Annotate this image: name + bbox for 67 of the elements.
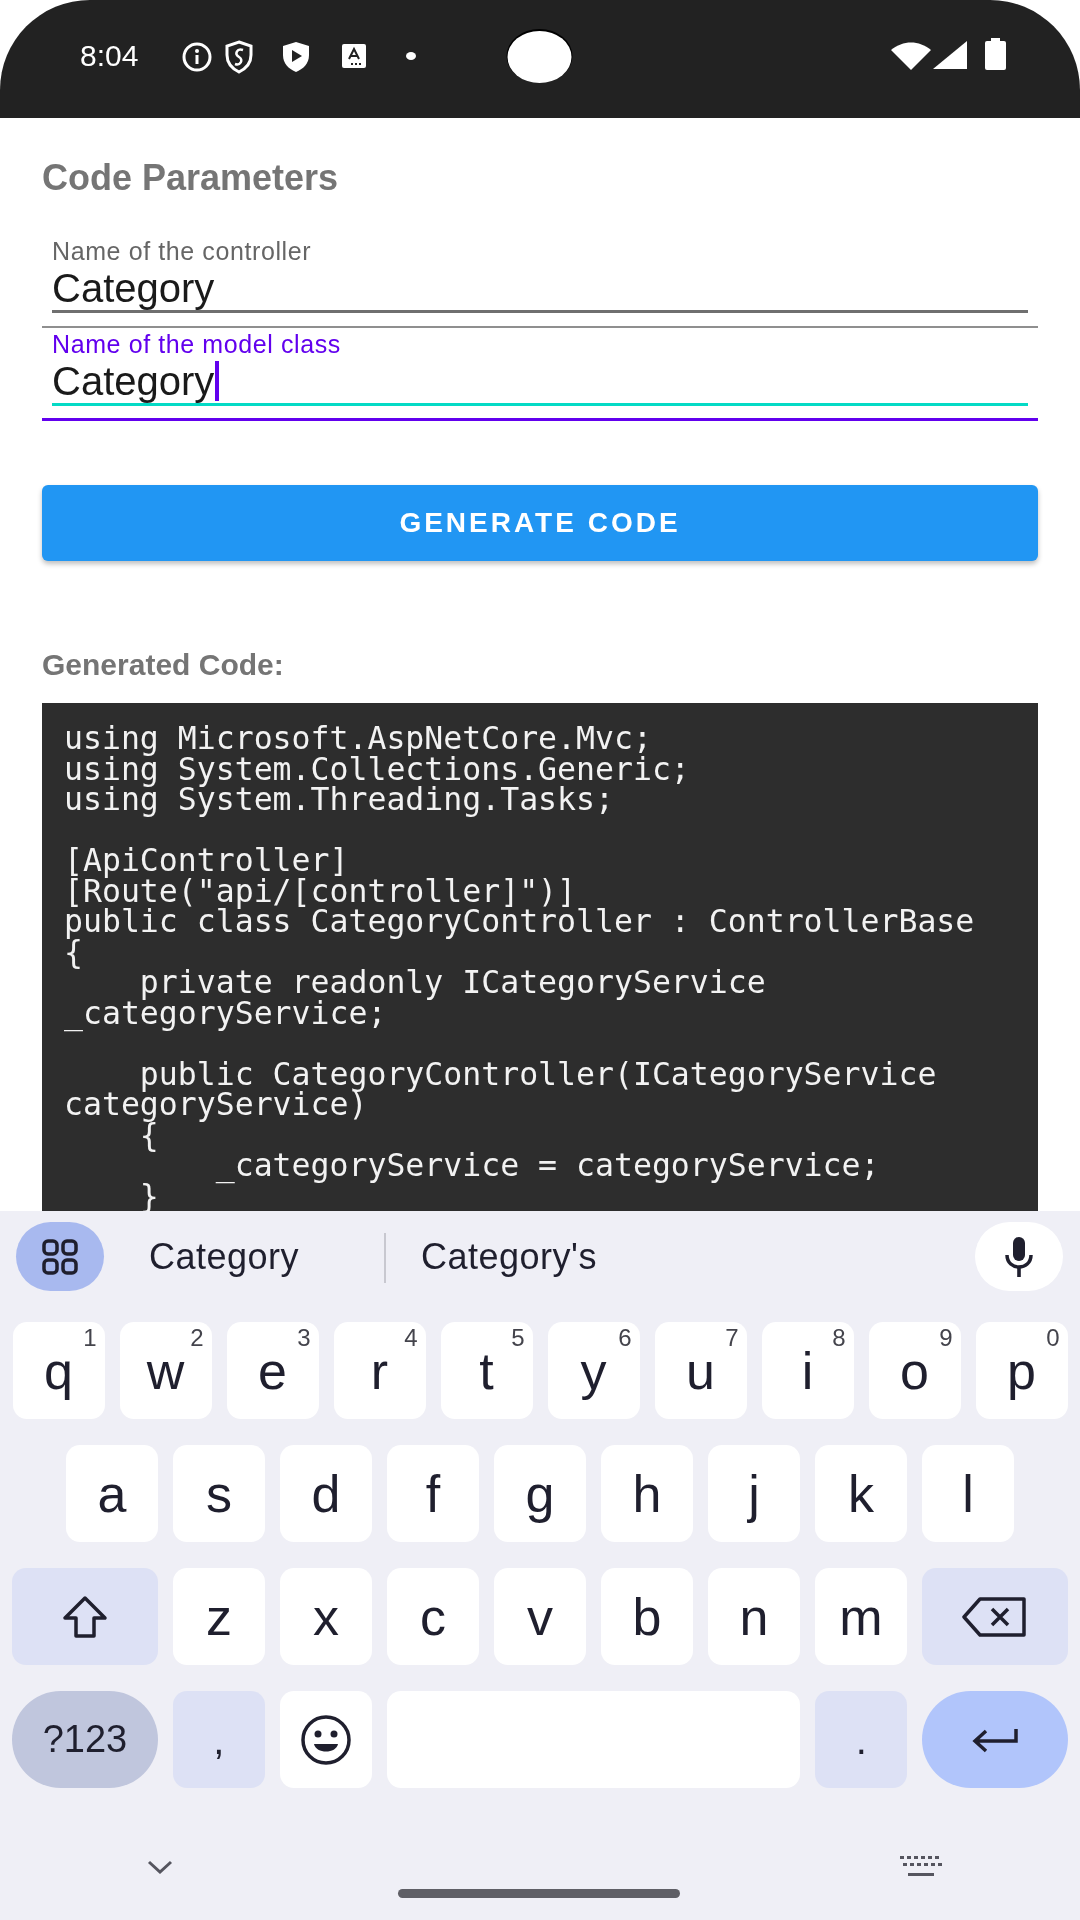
field-value: Category: [52, 360, 220, 402]
letter-key[interactable]: m: [815, 1568, 907, 1665]
collapse-chevron-icon[interactable]: [147, 1860, 173, 1874]
punctuation-key[interactable]: ,: [172, 1691, 265, 1788]
field-value: Category: [52, 267, 215, 309]
section-title: Code Parameters: [42, 158, 340, 198]
play-shield-icon: [281, 40, 311, 74]
font-box-icon: [342, 44, 366, 68]
code-text: using Microsoft.AspNetCore.Mvc; using System.Collections.Generic; using System.Threading.Tasks; [ApiController] [Route("api/[controller]")] public class CategoryController : ControllerBase { private readonly ICategoryService _categoryService; public CategoryController(ICategoryService categoryService) { _categoryService = categoryService; }: [64, 723, 976, 1211]
key-hint: 1: [83, 1324, 97, 1352]
shield-icon: [224, 40, 254, 74]
letter-key[interactable]: n: [708, 1568, 800, 1665]
battery-icon: [985, 38, 1006, 70]
letter-key[interactable]: s: [173, 1445, 265, 1542]
letter-key[interactable]: h: [601, 1445, 693, 1542]
enter-icon: [972, 1726, 1019, 1753]
suggestion-chip[interactable]: Category: [149, 1235, 300, 1279]
letter-key[interactable]: j: [708, 1445, 800, 1542]
shift-icon: [61, 1594, 109, 1639]
dot-icon: [406, 51, 416, 61]
info-icon: [181, 41, 213, 73]
field-label: Name of the controller: [52, 237, 312, 265]
key-hint: 0: [1046, 1324, 1060, 1352]
letter-key[interactable]: g: [494, 1445, 586, 1542]
text-field[interactable]: Name of the model class Category: [42, 328, 1038, 421]
letter-key[interactable]: v: [494, 1568, 586, 1665]
wifi-icon: [891, 42, 931, 70]
letter-key[interactable]: b: [601, 1568, 693, 1665]
backspace-key[interactable]: [922, 1568, 1068, 1665]
suggestion-chip[interactable]: Category's: [421, 1235, 597, 1279]
signal-icon: [933, 41, 967, 69]
grid-icon: [42, 1238, 78, 1275]
field-label: Name of the model class: [52, 330, 341, 358]
key-hint: 8: [832, 1324, 846, 1352]
text-field[interactable]: Name of the controller Category: [42, 235, 1038, 328]
key-hint: 9: [939, 1324, 953, 1352]
key-hint: 2: [190, 1324, 204, 1352]
letter-key[interactable]: x: [280, 1568, 372, 1665]
letter-key[interactable]: t 5: [440, 1322, 533, 1419]
key-hint: 4: [404, 1324, 418, 1352]
letter-key[interactable]: d: [280, 1445, 372, 1542]
status-time: 8:04: [80, 38, 139, 74]
key-hint: 3: [297, 1324, 311, 1352]
microphone-icon: [1004, 1236, 1034, 1277]
output-heading: Generated Code:: [42, 647, 285, 683]
letter-key[interactable]: k: [815, 1445, 907, 1542]
letter-key[interactable]: z: [173, 1568, 265, 1665]
letter-key[interactable]: a: [66, 1445, 158, 1542]
letter-key[interactable]: i 8: [761, 1322, 854, 1419]
symbols-key[interactable]: ?123: [12, 1691, 158, 1788]
letter-key[interactable]: r 4: [333, 1322, 426, 1419]
home-handle[interactable]: [398, 1889, 680, 1898]
smiley-icon: [299, 1713, 352, 1766]
backspace-icon: [962, 1596, 1028, 1637]
keyboard-icon[interactable]: [900, 1856, 942, 1878]
letter-key[interactable]: f: [387, 1445, 479, 1542]
key-hint: 6: [618, 1324, 632, 1352]
text-cursor: [215, 361, 220, 401]
shift-key[interactable]: [12, 1568, 158, 1665]
letter-key[interactable]: l: [922, 1445, 1014, 1542]
camera-cutout: [506, 28, 573, 84]
letter-key[interactable]: c: [387, 1568, 479, 1665]
key-hint: 7: [725, 1324, 739, 1352]
key-hint: 5: [511, 1324, 525, 1352]
punctuation-key[interactable]: .: [815, 1691, 908, 1788]
emoji-key[interactable]: [279, 1691, 372, 1788]
letter-key[interactable]: y 6: [547, 1322, 640, 1419]
